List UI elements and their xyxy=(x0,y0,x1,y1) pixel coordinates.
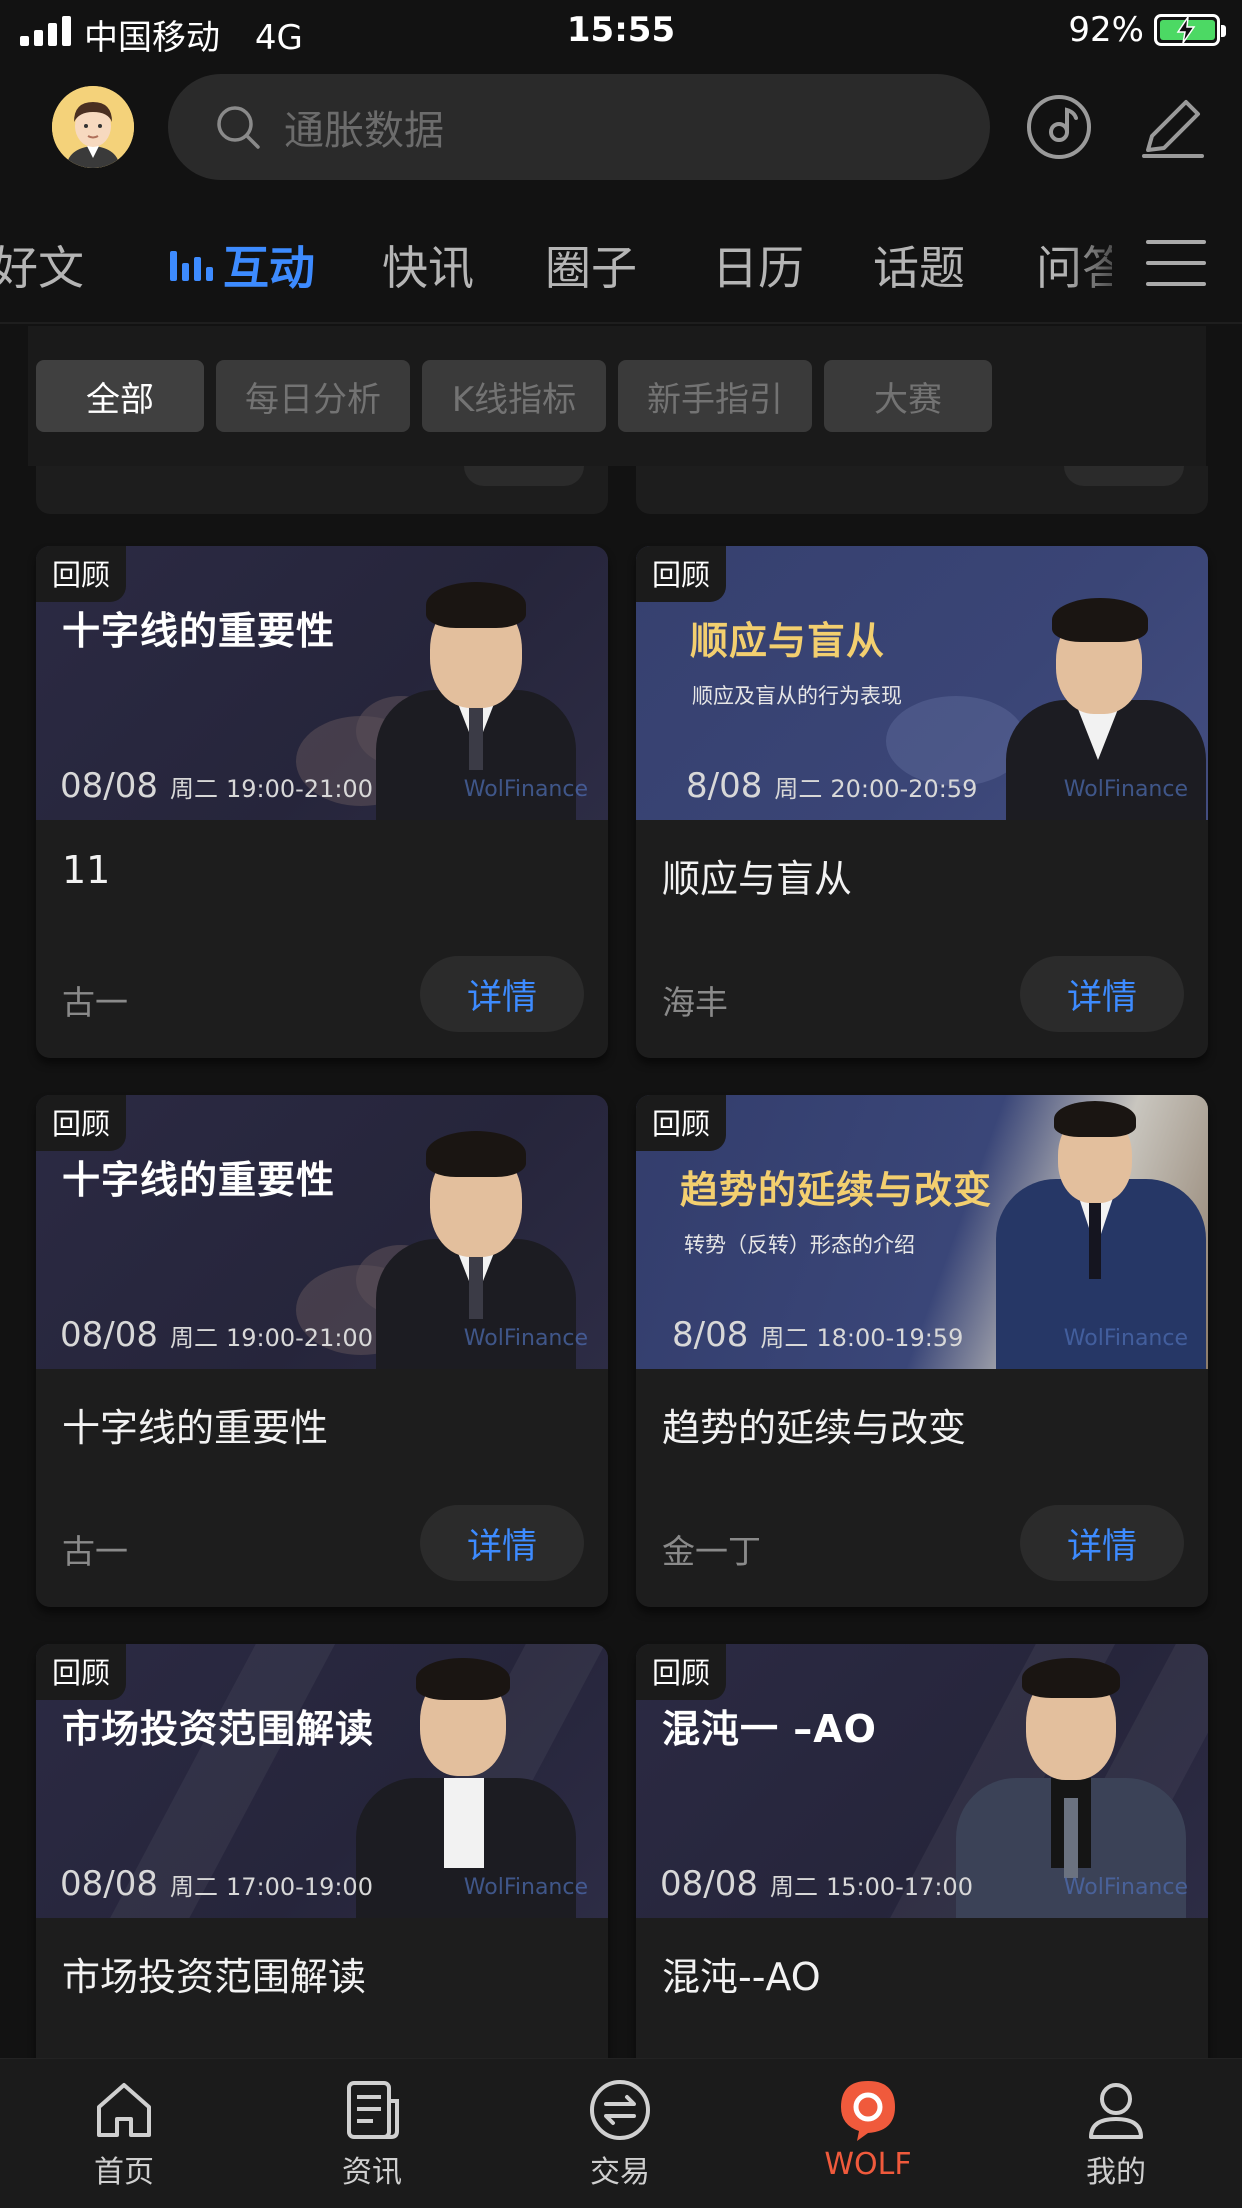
music-disc-icon xyxy=(1027,95,1091,159)
schedule: 08/08 周二 15:00-17:00 xyxy=(660,1864,973,1904)
replay-card[interactable]: 回顾 顺应与盲从 顺应及盲从的行为表现 8/08 周二 20:00-20:59 Wo… xyxy=(636,546,1208,1058)
search-icon xyxy=(217,106,260,149)
thumbnail-title: 混沌一 –AO xyxy=(662,1707,877,1751)
avatar[interactable] xyxy=(52,86,134,168)
nav-wolf-label: WOLF xyxy=(824,2147,912,2182)
tab-interactive[interactable]: 互动 xyxy=(170,232,315,298)
battery-percent: 92% xyxy=(1068,10,1144,50)
pencil-icon xyxy=(1142,100,1204,158)
nav-profile[interactable]: 我的 xyxy=(1036,2077,1196,2191)
thumbnail-subtitle: 顺应及盲从的行为表现 xyxy=(692,684,902,708)
schedule: 08/08 周二 19:00-21:00 xyxy=(60,766,373,806)
nav-profile-label: 我的 xyxy=(1086,2155,1146,2190)
thumbnail-title: 顺应与盲从 xyxy=(690,619,886,663)
card-thumbnail[interactable]: 回顾 十字线的重要性 08/08 周二 19:00-21:00 WolFinance xyxy=(36,1095,608,1369)
nav-trade[interactable]: 交易 xyxy=(540,2077,700,2191)
filter-kline-indicators[interactable]: K线指标 xyxy=(422,360,606,432)
wolfinance-logo: WolFinance xyxy=(1063,1326,1188,1351)
card-thumbnail[interactable]: 回顾 趋势的延续与改变 转势（反转）形态的介绍 8/08 周二 18:00-19:5… xyxy=(636,1095,1208,1369)
schedule: 8/08 周二 18:00-19:59 xyxy=(672,1315,964,1355)
filter-bar: 全部 每日分析 K线指标 新手指引 大赛 xyxy=(0,326,1242,466)
thumbnail-title: 十字线的重要性 xyxy=(62,1158,336,1202)
wolfinance-logo: WolFinance xyxy=(463,1326,588,1351)
card-title: 市场投资范围解读 xyxy=(62,1955,367,1999)
card-title: 11 xyxy=(62,848,111,892)
replay-card[interactable]: 回顾 趋势的延续与改变 转势（反转）形态的介绍 8/08 周二 18:00-19:5… xyxy=(636,1095,1208,1607)
card-title: 顺应与盲从 xyxy=(662,857,853,901)
replay-badge: 回顾 xyxy=(636,546,727,602)
nav-home[interactable]: 首页 xyxy=(44,2077,204,2191)
card-author: 古一 xyxy=(62,1532,128,1571)
schedule: 08/08 周二 17:00-19:00 xyxy=(60,1864,373,1904)
replay-badge: 回顾 xyxy=(636,1644,727,1700)
avatar-icon xyxy=(52,86,134,168)
tab-interactive-label: 互动 xyxy=(223,241,315,295)
wolfinance-logo: WolFinance xyxy=(463,777,588,802)
schedule: 8/08 周二 20:00-20:59 xyxy=(686,766,978,806)
menu-icon[interactable] xyxy=(1146,240,1206,303)
music-button[interactable] xyxy=(1024,92,1094,162)
battery-icon xyxy=(1154,14,1226,46)
thumbnail-title: 市场投资范围解读 xyxy=(62,1707,375,1751)
filter-beginner-guide[interactable]: 新手指引 xyxy=(618,360,812,432)
wolf-icon xyxy=(841,2081,895,2141)
card-thumbnail[interactable]: 回顾 十字线的重要性 08/08 周二 19:00-21:00 WolFinance xyxy=(36,546,608,820)
home-icon xyxy=(97,2083,151,2137)
replay-badge: 回顾 xyxy=(636,1095,727,1151)
tab-calendar[interactable]: 日历 xyxy=(712,232,804,298)
details-button[interactable]: 详情 xyxy=(420,1505,584,1581)
tab-topics[interactable]: 话题 xyxy=(873,232,965,298)
card-author: 古一 xyxy=(62,983,128,1022)
card-author: 海丰 xyxy=(662,983,728,1022)
nav-home-label: 首页 xyxy=(94,2155,154,2190)
thumbnail-title: 趋势的延续与改变 xyxy=(680,1168,993,1212)
replay-card[interactable]: 回顾 十字线的重要性 08/08 周二 19:00-21:00 WolFinance… xyxy=(36,546,608,1058)
replay-card[interactable]: 回顾 十字线的重要性 08/08 周二 19:00-21:00 WolFinance… xyxy=(36,1095,608,1607)
category-tabs: 好文 互动 快讯 圈子 日历 话题 问答 xyxy=(0,192,1242,324)
replay-badge: 回顾 xyxy=(36,1095,127,1151)
tab-circle[interactable]: 圈子 xyxy=(545,232,637,298)
details-button[interactable]: 详情 xyxy=(420,956,584,1032)
card-title: 十字线的重要性 xyxy=(62,1406,329,1450)
thumbnail-subtitle: 转势（反转）形态的介绍 xyxy=(684,1233,915,1257)
profile-icon xyxy=(1089,2083,1143,2139)
wolfinance-logo: WolFinance xyxy=(1063,1875,1188,1900)
nav-news-label: 资讯 xyxy=(342,2155,402,2190)
tab-good-articles[interactable]: 好文 xyxy=(0,232,84,298)
filter-all[interactable]: 全部 xyxy=(36,360,204,432)
top-header: 通胀数据 xyxy=(0,62,1242,192)
news-icon xyxy=(347,2081,399,2139)
bottom-navigation: 首页 资讯 交易 WOLF 我的 xyxy=(0,2058,1242,2208)
search-bar[interactable]: 通胀数据 xyxy=(168,74,990,180)
bar-chart-icon xyxy=(170,249,213,281)
nav-news[interactable]: 资讯 xyxy=(292,2077,452,2191)
wolfinance-logo: WolFinance xyxy=(463,1875,588,1900)
exchange-icon xyxy=(590,2080,650,2140)
replay-badge: 回顾 xyxy=(36,546,127,602)
previous-card-bottom xyxy=(36,466,608,514)
card-thumbnail[interactable]: 回顾 混沌一 –AO 08/08 周二 15:00-17:00 WolFinance xyxy=(636,1644,1208,1918)
nav-wolf[interactable]: WOLF xyxy=(788,2077,948,2182)
details-button[interactable]: 详情 xyxy=(1020,956,1184,1032)
thumbnail-title: 十字线的重要性 xyxy=(62,609,336,653)
card-author: 金一丁 xyxy=(662,1532,761,1571)
replay-badge: 回顾 xyxy=(36,1644,127,1700)
card-title: 趋势的延续与改变 xyxy=(662,1406,967,1450)
previous-card-bottom xyxy=(636,466,1208,514)
filter-contest[interactable]: 大赛 xyxy=(824,360,992,432)
filter-daily-analysis[interactable]: 每日分析 xyxy=(216,360,410,432)
edit-button[interactable] xyxy=(1138,92,1208,162)
status-bar: 中国移动 4G 15:55 92% xyxy=(0,0,1242,62)
tab-flash-news[interactable]: 快讯 xyxy=(382,232,474,298)
card-title: 混沌--AO xyxy=(662,1955,821,1999)
charging-bolt-icon xyxy=(1176,16,1196,44)
card-thumbnail[interactable]: 回顾 顺应与盲从 顺应及盲从的行为表现 8/08 周二 20:00-20:59 Wo… xyxy=(636,546,1208,820)
nav-trade-label: 交易 xyxy=(590,2155,650,2190)
card-thumbnail[interactable]: 回顾 市场投资范围解读 08/08 周二 17:00-19:00 WolFinanc… xyxy=(36,1644,608,1918)
clock: 15:55 xyxy=(566,10,676,50)
details-button[interactable]: 详情 xyxy=(1020,1505,1184,1581)
search-placeholder: 通胀数据 xyxy=(284,108,444,154)
wolfinance-logo: WolFinance xyxy=(1063,777,1188,802)
schedule: 08/08 周二 19:00-21:00 xyxy=(60,1315,373,1355)
